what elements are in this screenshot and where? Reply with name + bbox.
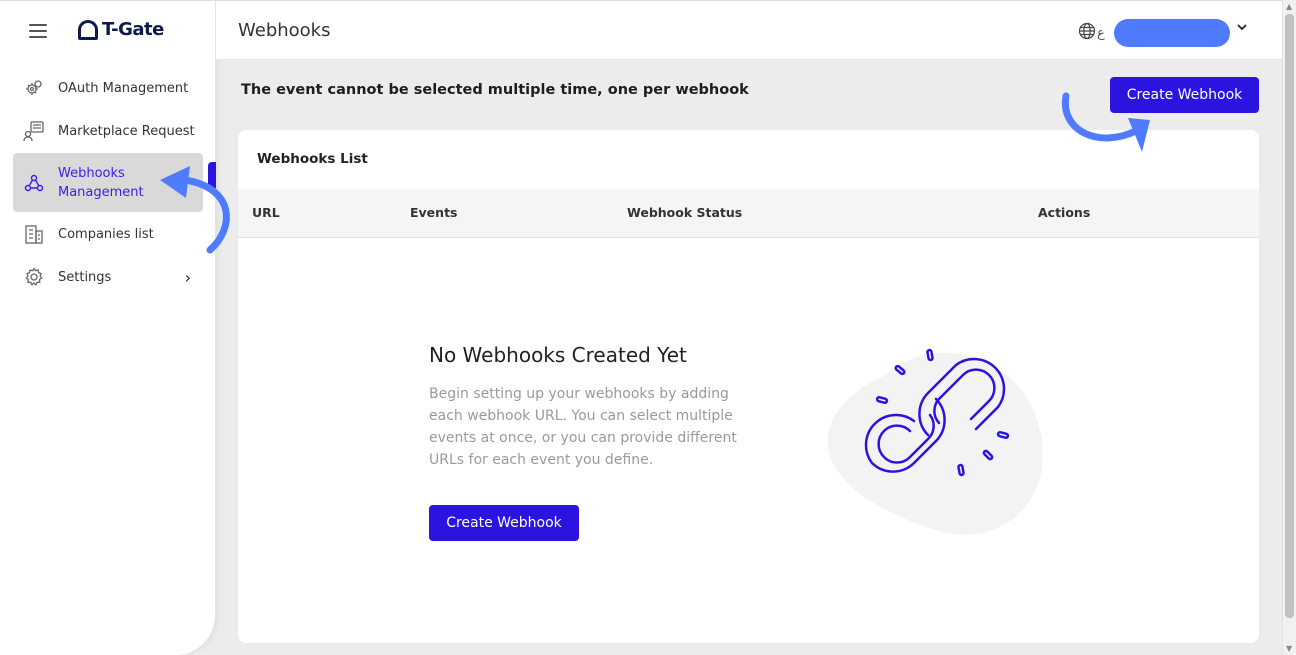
sidebar-item-marketplace[interactable]: Marketplace Request [13, 120, 203, 142]
gear-icon [23, 266, 45, 288]
card-title: Webhooks List [257, 151, 368, 167]
empty-state-description: Begin setting up your webhooks by adding… [429, 386, 737, 468]
scroll-thumb[interactable] [1285, 14, 1294, 618]
user-menu[interactable] [1114, 19, 1230, 47]
top-header: Webhooks ع [216, 0, 1282, 60]
scroll-down-icon[interactable]: ▼ [1286, 644, 1292, 653]
create-webhook-empty-button[interactable]: Create Webhook [429, 505, 579, 541]
annotation-arrow-left-icon [160, 166, 230, 254]
webhooks-card: Webhooks List URL Events Webhook Status … [238, 130, 1259, 643]
sidebar-item-label: Companies list [58, 226, 154, 242]
chevron-down-icon[interactable] [1236, 21, 1248, 37]
chevron-right-icon: › [184, 267, 191, 287]
column-events: Events [410, 205, 458, 220]
column-actions: Actions [1038, 205, 1091, 220]
language-label: ع [1097, 25, 1105, 41]
column-status: Webhook Status [627, 205, 743, 220]
notice-text: The event cannot be selected multiple ti… [241, 82, 749, 98]
page-title: Webhooks [238, 20, 331, 41]
sidebar-item-oauth[interactable]: OAuth Management [13, 77, 203, 99]
webhook-icon [23, 172, 45, 194]
sidebar-item-label: OAuth Management [58, 80, 189, 96]
language-switcher[interactable]: ع [1078, 22, 1105, 44]
logo[interactable]: T-Gate [78, 19, 164, 40]
gears-icon [23, 77, 45, 99]
column-url: URL [252, 205, 280, 220]
sidebar-item-settings[interactable]: Settings › [13, 266, 203, 288]
scroll-up-icon[interactable]: ▲ [1286, 2, 1292, 11]
logo-mark [78, 19, 98, 40]
sidebar-item-label: Settings [58, 269, 112, 285]
globe-icon [1078, 22, 1096, 44]
menu-icon[interactable] [29, 24, 47, 38]
annotation-arrow-right-icon [1061, 92, 1150, 152]
sidebar-item-label: Webhooks Management [58, 165, 144, 200]
sidebar: T-Gate OAuth Management Marketplace Requ… [0, 0, 216, 655]
building-icon [23, 223, 45, 245]
sidebar-item-label: Marketplace Request [58, 123, 195, 139]
broken-link-illustration [827, 348, 1043, 535]
table-header: URL Events Webhook Status Actions [238, 189, 1259, 238]
user-chat-icon [23, 120, 45, 142]
page-scrollbar[interactable]: ▲ ▼ [1282, 0, 1296, 655]
empty-state-title: No Webhooks Created Yet [429, 343, 687, 367]
logo-text: T-Gate [102, 19, 164, 40]
